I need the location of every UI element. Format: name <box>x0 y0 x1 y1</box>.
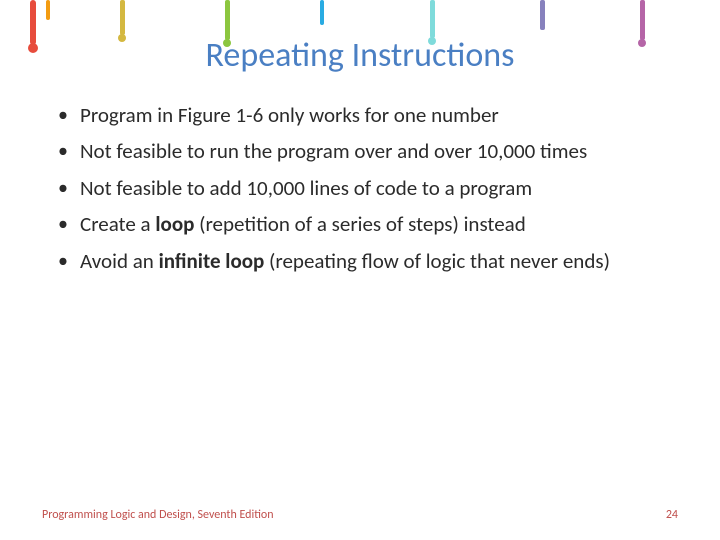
bullet-list: Program in Figure 1-6 only works for one… <box>80 101 665 276</box>
bold-term-infinite-loop: infinite loop <box>159 248 265 274</box>
slide-title: Repeating Instructions <box>0 0 720 91</box>
bullet-item: Not feasible to run the program over and… <box>80 137 665 166</box>
bullet-item: Create a loop (repetition of a series of… <box>80 210 665 239</box>
footer-source: Programming Logic and Design, Seventh Ed… <box>42 508 274 522</box>
bullet-item: Avoid an infinite loop (repeating flow o… <box>80 247 665 276</box>
page-number: 24 <box>666 508 678 522</box>
bullet-item: Program in Figure 1-6 only works for one… <box>80 101 665 130</box>
slide-content: Program in Figure 1-6 only works for one… <box>0 91 720 276</box>
bold-term-loop: loop <box>155 211 194 237</box>
bullet-item: Not feasible to add 10,000 lines of code… <box>80 174 665 203</box>
